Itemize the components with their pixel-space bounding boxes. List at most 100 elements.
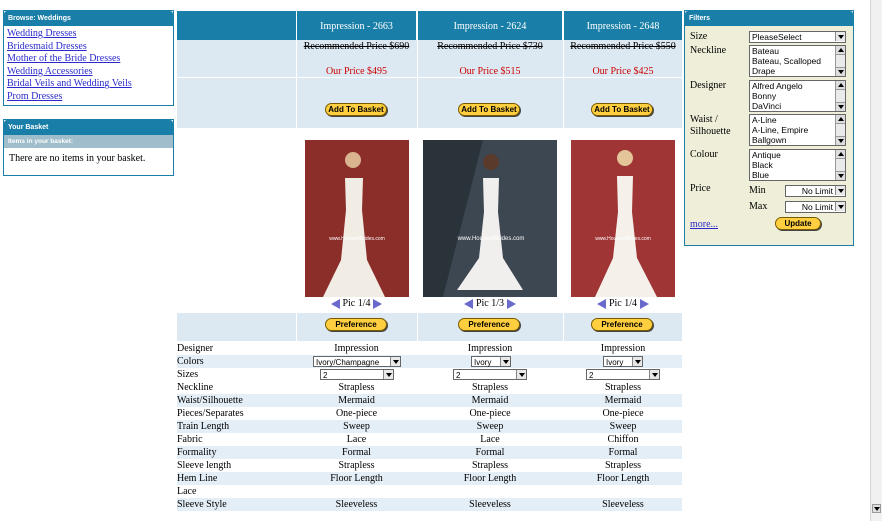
filter-designer-list[interactable]: Alfred Angelo Bonny DaVinci [749,80,846,112]
attr-value: Floor Length [463,473,517,484]
recommended-price-1: Recommended Price $690 [303,41,410,52]
recommended-price-2: Recommended Price $730 [437,41,543,52]
add-to-basket-button-3[interactable]: Add To Basket [591,103,653,116]
attr-value: One-piece [469,408,511,419]
attr-value: One-piece [335,408,378,419]
prev-pic-icon-1[interactable] [330,298,340,309]
attr-row-designer: Designer Impression Impression Impressio… [177,342,682,355]
attr-label: Sleeve length [177,460,232,471]
color-select-2[interactable]: Ivory [471,356,511,367]
next-pic-icon-2[interactable] [506,298,516,309]
size-select-2[interactable]: 2 [453,369,527,380]
next-pic-icon-1[interactable] [373,298,383,309]
next-pic-icon-3[interactable] [639,298,649,309]
attr-value: Floor Length [330,473,383,484]
update-button[interactable]: Update [775,217,821,230]
add-to-basket-button-1[interactable]: Add To Basket [325,103,387,116]
attr-label: Lace [177,486,197,497]
attr-row: Fabric Lace Lace Chiffon [177,433,682,446]
browse-panel: Browse: Weddings Wedding Dresses Bridesm… [3,10,174,106]
filter-neckline-list[interactable]: Bateau Bateau, Scalloped Drape [749,45,846,77]
prev-pic-icon-2[interactable] [464,298,474,309]
link-bridesmaid-dresses[interactable]: Bridesmaid Dresses [4,41,173,54]
link-wedding-accessories[interactable]: Wedding Accessories [4,66,173,79]
attr-value: Strapless [471,382,509,393]
attr-label: Fabric [177,434,203,445]
product-name-2[interactable]: Impression - 2624 [418,11,562,40]
dress-photo-2[interactable]: www.HouseofBrides.com [423,140,557,297]
attr-value: Formal [342,447,371,458]
attr-value: Sleeveless [602,499,644,510]
add-to-basket-button-2[interactable]: Add To Basket [458,103,520,116]
watermark-1: www.HouseofBrides.com [329,236,385,242]
browse-title: Browse: Weddings [4,11,173,26]
filters-more-link[interactable]: more... [690,219,718,230]
product-name-1[interactable]: Impression - 2663 [297,11,416,40]
attr-label: Colors [177,356,204,367]
filter-size-select[interactable]: PleaseSelect [749,31,846,43]
basket-subheader: Items in your basket: [4,135,173,148]
attr-value: Mermaid [604,395,642,406]
attr-row: Hem Line Floor Length Floor Length Floor Le… [177,472,682,485]
link-prom-dresses[interactable]: Prom Dresses [4,91,173,104]
filter-waist-label: Waist / Silhouette [690,114,731,137]
link-mother-of-bride-dresses[interactable]: Mother of the Bride Dresses [4,53,173,66]
filter-price-label: Price [690,183,711,194]
attr-row: Pieces/Separates One-piece One-piece One-pi… [177,407,682,420]
attr-label: Designer [177,343,214,354]
preference-button-1[interactable]: Preference [325,318,387,331]
link-bridal-veils[interactable]: Bridal Veils and Wedding Veils [4,78,173,91]
watermark-2: www.HouseofBrides.com [457,236,525,242]
product-name-3[interactable]: Impression - 2648 [564,11,682,40]
attr-value: Floor Length [596,473,650,484]
filters-panel: Filters Size PleaseSelect Neckline Batea… [684,10,854,246]
attr-row: Sleeve Style Sleeveless Sleeveless Sleevele… [177,498,682,511]
attr-row: Waist/Silhouette Mermaid Mermaid Mermaid [177,394,682,407]
preference-button-3[interactable]: Preference [591,318,653,331]
dress-photo-1[interactable]: www.HouseofBrides.com [305,140,409,297]
attr-value: Mermaid [471,395,509,406]
attr-value: Lace [346,434,367,445]
filter-waist-list[interactable]: A-Line A-Line, Empire Ballgown [749,114,846,146]
our-price-1: Our Price $495 [325,66,388,77]
attr-value: Sweep [609,421,637,432]
compare-header-label-cell [177,11,296,40]
attr-row: Formality Formal Formal Formal [177,446,682,459]
pic-counter-1: Pic 1/4 [342,298,371,309]
scroll-down-icon[interactable] [872,504,881,513]
preference-button-2[interactable]: Preference [458,318,520,331]
our-price-3: Our Price $425 [592,66,654,77]
attr-value: Sleeveless [335,499,378,510]
page-scrollbar[interactable] [870,0,882,521]
pic-nav-1: Pic 1/4 [297,298,416,310]
attr-label: Neckline [177,382,214,393]
pic-counter-2: Pic 1/3 [475,298,505,309]
filter-max-label: Max [749,201,768,212]
attr-value: Strapless [338,382,375,393]
filter-max-select[interactable]: No Limit [785,201,846,213]
recommended-price-3: Recommended Price $550 [570,41,676,52]
attr-row-colors: Colors Ivory/Champagne Ivory Ivory [177,355,682,368]
pic-counter-3: Pic 1/4 [608,298,638,309]
filter-min-label: Min [749,185,766,196]
color-select-3[interactable]: Ivory [603,356,643,367]
size-select-1[interactable]: 2 [320,369,394,380]
prev-pic-icon-3[interactable] [597,298,607,309]
filter-size-label: Size [690,31,708,42]
attr-value: Lace [480,434,500,445]
attr-label: Formality [177,447,217,458]
our-price-2: Our Price $515 [459,66,521,77]
size-select-3[interactable]: 2 [586,369,660,380]
attr-value: Chiffon [607,434,639,445]
attr-label: Sizes [177,369,199,380]
dress-photo-3[interactable]: www.HouseofBrides.com [571,140,675,297]
attr-label: Sleeve Style [177,499,227,510]
attr-value: Strapless [471,460,509,471]
pic-nav-2: Pic 1/3 [418,298,562,310]
color-select-1[interactable]: Ivory/Champagne [313,356,401,367]
filter-neckline-label: Neckline [690,45,727,56]
filter-colour-list[interactable]: Antique Black Blue [749,149,846,181]
attr-value: One-piece [602,408,644,419]
link-wedding-dresses[interactable]: Wedding Dresses [4,28,173,41]
filter-min-select[interactable]: No Limit [785,185,846,197]
